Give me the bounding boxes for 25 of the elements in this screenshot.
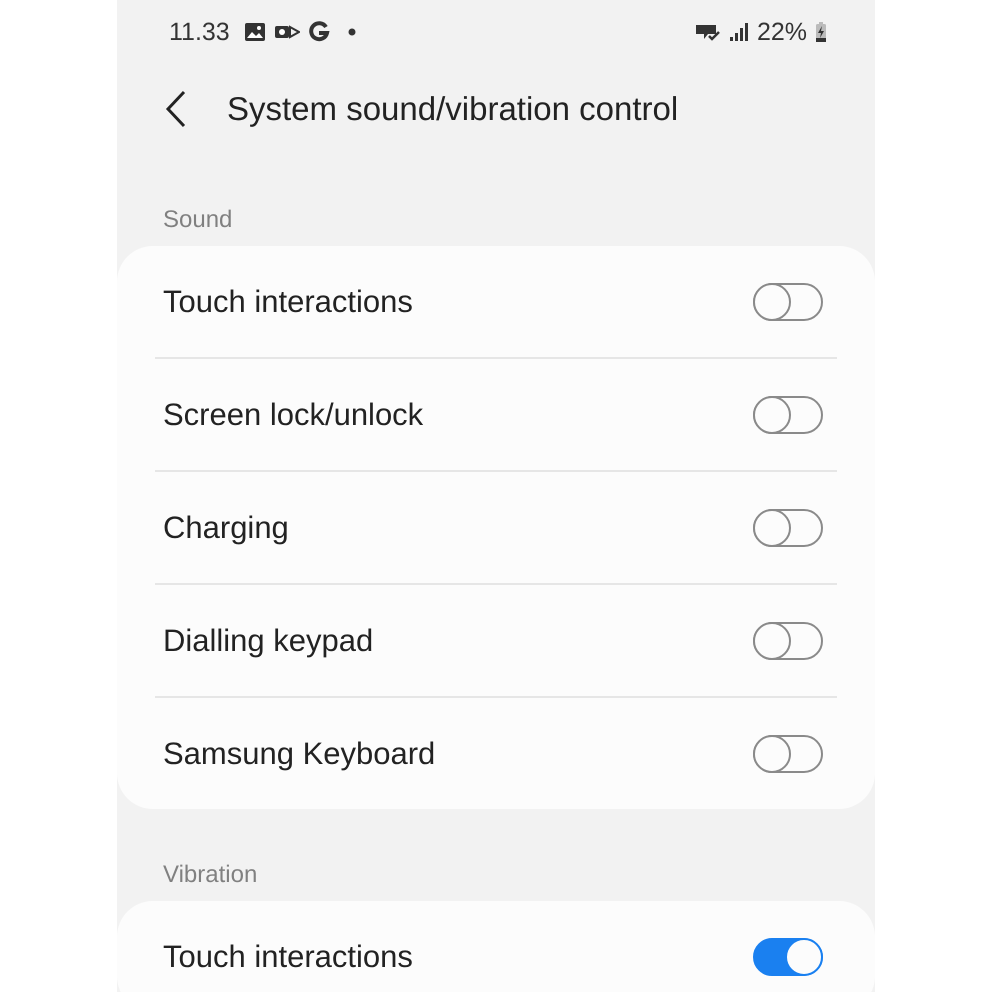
setting-label: Samsung Keyboard — [162, 736, 436, 772]
toggle-switch[interactable] — [753, 734, 823, 772]
setting-label: Touch interactions — [162, 284, 413, 320]
setting-label: Screen lock/unlock — [162, 396, 424, 432]
section-header: Sound — [162, 205, 234, 235]
back-icon[interactable] — [165, 90, 187, 128]
wifi-calling-icon — [694, 22, 721, 42]
section-header: Vibration — [162, 860, 258, 890]
toggle-switch[interactable] — [753, 282, 823, 320]
image-icon — [244, 22, 266, 42]
battery-percentage: 22% — [756, 18, 807, 46]
signal-icon — [728, 22, 749, 42]
status-time: 11.33 — [169, 18, 230, 46]
toggle-switch[interactable] — [753, 508, 823, 546]
toggle-switch[interactable] — [753, 622, 823, 660]
g-logo-icon — [308, 21, 330, 43]
setting-label: Dialling keypad — [162, 622, 374, 658]
battery-charging-icon — [815, 21, 827, 43]
video-message-icon — [274, 23, 300, 41]
screen-title: System sound/vibration control — [227, 90, 678, 128]
setting-label: Touch interactions — [162, 938, 413, 974]
toggle-switch[interactable] — [753, 938, 823, 976]
setting-label: Charging — [162, 510, 289, 546]
dot-icon — [348, 28, 356, 36]
toggle-switch[interactable] — [753, 396, 823, 434]
